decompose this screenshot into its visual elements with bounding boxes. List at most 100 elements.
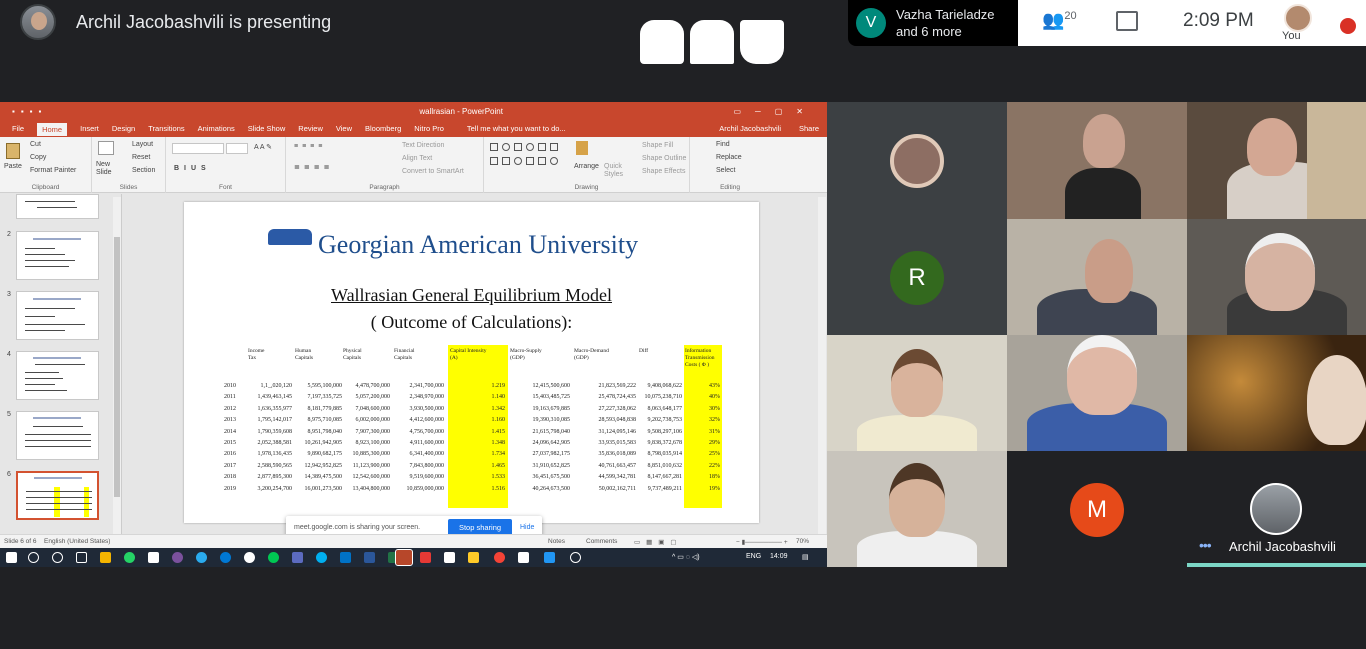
- shape-gallery[interactable]: [490, 143, 498, 151]
- participant-tile[interactable]: [827, 451, 1007, 567]
- search-icon[interactable]: [28, 552, 39, 563]
- teams-icon[interactable]: [292, 552, 303, 563]
- taskbar-language[interactable]: ENG: [746, 553, 761, 560]
- tab-insert[interactable]: Insert: [80, 124, 99, 133]
- slide-thumbnail[interactable]: [16, 351, 99, 400]
- font-name-box[interactable]: [172, 143, 224, 154]
- layout-button[interactable]: Layout: [132, 141, 153, 148]
- task-view-icon[interactable]: [76, 552, 87, 563]
- shape-outline-button[interactable]: Shape Outline: [642, 155, 686, 162]
- join-notification[interactable]: V Vazha Tarieladze and 6 more: [848, 0, 1018, 46]
- participant-tile[interactable]: [827, 102, 1007, 219]
- paste-button[interactable]: Paste: [4, 163, 22, 170]
- participants-button[interactable]: 👥20: [1042, 10, 1077, 31]
- shape-fill-button[interactable]: Shape Fill: [642, 142, 673, 149]
- app-icon[interactable]: [468, 552, 479, 563]
- list-icons[interactable]: ≡≡≡≡: [294, 143, 326, 150]
- slide-thumbnail[interactable]: [16, 291, 99, 340]
- tab-bloomberg[interactable]: Bloomberg: [365, 124, 401, 133]
- new-slide-icon[interactable]: [98, 141, 114, 155]
- pinned-presenter-tile[interactable]: ••• Archil Jacobashvili: [1187, 451, 1366, 563]
- select-button[interactable]: Select: [716, 167, 735, 174]
- app-icon[interactable]: [244, 552, 255, 563]
- window-controls[interactable]: ▭─▢✕: [734, 107, 818, 116]
- tab-animations[interactable]: Animations: [198, 124, 235, 133]
- participant-tile[interactable]: R: [827, 219, 1007, 335]
- hide-button[interactable]: Hide: [520, 524, 534, 531]
- slide-thumbnail[interactable]: [16, 231, 99, 280]
- section-button[interactable]: Section: [132, 167, 155, 174]
- thumbnail-scrollbar[interactable]: [113, 197, 121, 537]
- quick-styles-button[interactable]: Quick Styles: [604, 163, 626, 179]
- notification-icon[interactable]: ▤: [802, 553, 809, 561]
- viber-icon[interactable]: [172, 552, 183, 563]
- format-painter-button[interactable]: Format Painter: [30, 167, 76, 174]
- arrange-button[interactable]: Arrange: [574, 163, 599, 170]
- comments-button[interactable]: Comments: [586, 538, 617, 545]
- skype-icon[interactable]: [316, 552, 327, 563]
- tab-file[interactable]: File: [12, 124, 24, 133]
- cut-button[interactable]: Cut: [30, 141, 41, 148]
- participant-tile[interactable]: M: [1007, 451, 1187, 567]
- align-icons[interactable]: ≣≣≣≣: [294, 163, 333, 171]
- tab-view[interactable]: View: [336, 124, 352, 133]
- start-icon[interactable]: [6, 552, 17, 563]
- file-explorer-icon[interactable]: [100, 552, 111, 563]
- tab-transitions[interactable]: Transitions: [148, 124, 184, 133]
- slide-scrollbar[interactable]: [818, 197, 826, 537]
- arrange-icon[interactable]: [576, 141, 588, 155]
- font-size-icons[interactable]: A A ✎: [254, 143, 272, 151]
- app-icon[interactable]: [518, 552, 529, 563]
- align-text-button[interactable]: Align Text: [402, 155, 432, 162]
- paste-icon[interactable]: [6, 143, 20, 159]
- view-buttons[interactable]: ▭▦▣▢: [634, 538, 683, 546]
- reset-button[interactable]: Reset: [132, 154, 150, 161]
- tab-home[interactable]: Home: [37, 123, 68, 136]
- quick-access-icons[interactable]: ▪▪▪▪: [12, 107, 47, 116]
- zoom-level[interactable]: 70%: [796, 538, 809, 545]
- app-icon[interactable]: [444, 552, 455, 563]
- tell-me-search[interactable]: Tell me what you want to do...: [467, 124, 566, 133]
- tab-design[interactable]: Design: [112, 124, 135, 133]
- text-direction-button[interactable]: Text Direction: [402, 142, 444, 149]
- slide-thumbnail-selected[interactable]: [16, 471, 99, 520]
- messenger-icon[interactable]: [220, 552, 231, 563]
- find-button[interactable]: Find: [716, 141, 730, 148]
- new-slide-button[interactable]: New Slide: [96, 161, 120, 177]
- slide-thumbnail[interactable]: [16, 194, 99, 219]
- app-icon[interactable]: [268, 552, 279, 563]
- telegram-icon[interactable]: [196, 552, 207, 563]
- whatsapp-icon[interactable]: [124, 552, 135, 563]
- settings-icon[interactable]: [570, 552, 581, 563]
- app-icon[interactable]: [148, 552, 159, 563]
- tab-slide-show[interactable]: Slide Show: [248, 124, 286, 133]
- language-status[interactable]: English (United States): [44, 538, 110, 545]
- font-style-buttons[interactable]: BIUS: [174, 165, 211, 172]
- font-size-box[interactable]: [226, 143, 248, 154]
- cortana-icon[interactable]: [52, 552, 63, 563]
- powerpoint-icon[interactable]: [395, 549, 413, 566]
- acrobat-icon[interactable]: [420, 552, 431, 563]
- outlook-icon[interactable]: [340, 552, 351, 563]
- tab-nitro-pro[interactable]: Nitro Pro: [414, 124, 444, 133]
- participant-tile[interactable]: [1007, 219, 1187, 335]
- tab-review[interactable]: Review: [298, 124, 323, 133]
- zoom-slider[interactable]: − ▮──────── +: [736, 538, 788, 546]
- ppt-user[interactable]: Archil Jacobashvili: [719, 124, 781, 133]
- participant-tile[interactable]: [1187, 335, 1366, 451]
- self-view[interactable]: You: [1282, 4, 1312, 42]
- notes-button[interactable]: Notes: [548, 538, 565, 545]
- replace-button[interactable]: Replace: [716, 154, 742, 161]
- participant-tile[interactable]: [1007, 335, 1187, 451]
- mic-off-icon[interactable]: [1340, 18, 1356, 34]
- ppt-share-button[interactable]: Share: [799, 124, 819, 133]
- chat-icon[interactable]: [1116, 11, 1138, 31]
- participant-tile[interactable]: [1187, 102, 1366, 219]
- shape-effects-button[interactable]: Shape Effects: [642, 168, 685, 175]
- tray-icons[interactable]: ^ ▭ ◌ ◁): [672, 553, 700, 561]
- participant-tile[interactable]: [1007, 102, 1187, 219]
- slide-thumbnail[interactable]: [16, 411, 99, 460]
- app-icon[interactable]: [544, 552, 555, 563]
- chrome-icon[interactable]: [494, 552, 505, 563]
- convert-smartart-button[interactable]: Convert to SmartArt: [402, 168, 464, 175]
